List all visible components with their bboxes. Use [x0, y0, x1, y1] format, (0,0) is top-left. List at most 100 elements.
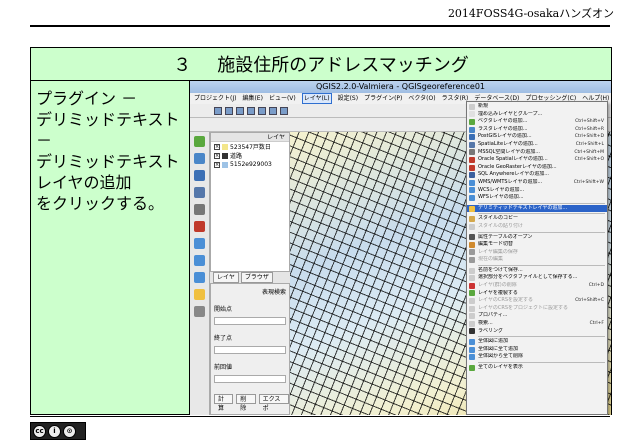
save-project-icon[interactable] [236, 106, 244, 115]
menu-item[interactable]: WFSレイヤの追加... [467, 194, 607, 202]
menu-7[interactable]: ラスタ(R) [442, 93, 469, 104]
add-wcs-icon[interactable] [194, 255, 205, 266]
add-wfs-icon[interactable] [194, 272, 205, 283]
menu-item-icon [469, 346, 475, 353]
menu-item[interactable]: 全体図に追加 [467, 338, 607, 346]
layer-row[interactable]: × 523547戸数日 [211, 142, 289, 151]
menu-item[interactable]: WMS/WMTSレイヤの追加... Ctrl+Shift+W [467, 179, 607, 187]
menu-item[interactable]: 選択部分をベクタファイルとして保存する... [467, 274, 607, 282]
menu-item[interactable]: SQL Anywhereレイヤの追加... [467, 171, 607, 179]
menu-item[interactable]: レイヤのCRSをプロジェクトに設定する [467, 305, 607, 313]
instruction-line-1: プラグイン － [36, 89, 138, 108]
menu-item-shortcut: Ctrl+F [589, 321, 604, 327]
layer-row[interactable]: × 道路 [211, 151, 289, 160]
add-wms-icon[interactable] [194, 238, 205, 249]
menu-item[interactable]: 全体図から全て削除 [467, 353, 607, 361]
menu-item[interactable]: レイヤを複製する [467, 290, 607, 298]
menu-item[interactable]: MSSQL空間レイヤの追加... Ctrl+Shift+M [467, 149, 607, 157]
menu-separator [478, 213, 605, 215]
add-raster-icon[interactable] [194, 153, 205, 164]
zoom-out-icon[interactable] [269, 106, 277, 115]
menu-item-icon [469, 141, 475, 148]
expression-panel-title: 表現検索 [261, 289, 286, 296]
menu-5[interactable]: プラグイン(P) [364, 93, 402, 104]
menu-1[interactable]: 編集(E) [242, 93, 262, 104]
layer-visibility-checkbox[interactable]: × [214, 161, 220, 168]
menu-item[interactable]: スタイルのコピー [467, 215, 607, 223]
add-postgis-icon[interactable] [194, 170, 205, 181]
menu-item[interactable]: ラベリング [467, 328, 607, 336]
previous-value-label: 前回値 [214, 364, 233, 371]
menu-item[interactable]: プロパティ... [467, 312, 607, 320]
add-oracle-icon[interactable] [194, 221, 205, 232]
menu-item[interactable]: レイヤのCRSを設定する Ctrl+Shift+C [467, 297, 607, 305]
menu-item[interactable]: PostGISレイヤの追加... Ctrl+Shift+D [467, 133, 607, 141]
menu-item[interactable]: 全てのレイヤを表示 [467, 364, 607, 372]
layer-visibility-checkbox[interactable]: × [214, 152, 220, 159]
menu-item[interactable]: 検索... Ctrl+F [467, 320, 607, 328]
tab-layers[interactable]: レイヤ [213, 272, 239, 283]
tab-browser[interactable]: ブラウザ [240, 272, 273, 283]
menu-item-icon [469, 339, 475, 346]
calculate-button[interactable]: 計算 [214, 394, 234, 412]
menu-item[interactable]: 現在の編集 [467, 256, 607, 264]
zoom-in-icon[interactable] [258, 106, 266, 115]
menu-item-add-delimited-text-layer[interactable]: デリミティッドテキストレイヤの追加... [467, 204, 607, 213]
menu-3[interactable]: レイヤ(L) [301, 93, 332, 104]
refresh-icon[interactable] [280, 106, 288, 115]
instruction-line-2: デリミッドテキスト － [36, 110, 180, 150]
menu-item[interactable]: ベクタレイヤの追加... Ctrl+Shift+V [467, 118, 607, 126]
menu-item-icon [469, 179, 475, 186]
menu-item-icon [469, 298, 475, 305]
expression-buttons: 計算 削除 エクスポ [214, 394, 289, 412]
cc-icon: cc [33, 424, 46, 438]
menu-4[interactable]: 設定(S) [338, 93, 359, 104]
add-spatialite-icon[interactable] [194, 187, 205, 198]
menu-item[interactable]: レイヤ編集の保存 [467, 249, 607, 257]
start-point-input[interactable] [214, 317, 286, 325]
menu-item[interactable]: 属性テーブルのオープン [467, 234, 607, 242]
menu-item[interactable]: ラスタレイヤの追加... Ctrl+Shift+R [467, 126, 607, 134]
menu-item-icon [469, 320, 475, 327]
qgis-window-title: QGIS2.2.0-Valmiera - QGISgeoreference01 [190, 81, 611, 93]
menu-item[interactable]: 編集モード切替 [467, 241, 607, 249]
layer-visibility-checkbox[interactable]: × [214, 143, 220, 150]
open-project-icon[interactable] [225, 106, 233, 115]
menu-item[interactable]: 名前をつけて保存... [467, 267, 607, 275]
add-vector-icon[interactable] [194, 136, 205, 147]
export-button[interactable]: エクスポ [258, 394, 289, 412]
layer-row[interactable]: × 5152e929003 [211, 160, 289, 169]
layer-symbol-icon [222, 143, 228, 150]
menu-item[interactable]: スタイルの貼り付け [467, 223, 607, 231]
layer-symbol-icon [222, 161, 228, 168]
menu-item[interactable]: Oracle GeoRasterレイヤの追加... [467, 164, 607, 172]
menu-item[interactable]: SpatiaLiteレイヤの追加... Ctrl+Shift+L [467, 141, 607, 149]
new-layer-icon[interactable] [194, 306, 205, 317]
panel-tabs: レイヤ ブラウザ [210, 272, 290, 283]
menu-item-label: PostGISレイヤの追加... [478, 133, 532, 140]
menu-item[interactable]: 全体図に全て追加 [467, 346, 607, 354]
previous-value-input[interactable] [214, 375, 286, 383]
menu-2[interactable]: ビュー(V) [269, 93, 296, 104]
menu-item[interactable]: レイヤ(群)の削除 Ctrl+D [467, 282, 607, 290]
menu-item-label: 埋め込みレイヤとグループ... [478, 110, 543, 117]
menu-item-label: Oracle GeoRasterレイヤの追加... [478, 163, 557, 170]
menu-separator [478, 336, 605, 338]
menu-item[interactable]: Oracle Spatialレイヤの追加... Ctrl+Shift+O [467, 156, 607, 164]
menu-item[interactable]: WCSレイヤの追加... [467, 187, 607, 195]
add-delimited-text-icon[interactable] [194, 289, 205, 300]
menu-0[interactable]: プロジェクト(J) [194, 93, 236, 104]
menu-item[interactable]: 埋め込みレイヤとグループ... [467, 111, 607, 119]
menu-item-icon [469, 354, 475, 361]
end-point-input[interactable] [214, 346, 286, 354]
add-mssql-icon[interactable] [194, 204, 205, 215]
new-project-icon[interactable] [214, 106, 222, 115]
menu-6[interactable]: ベクタ(O) [408, 93, 435, 104]
delete-button[interactable]: 削除 [236, 394, 256, 412]
menu-item-icon [469, 103, 475, 110]
menu-item[interactable]: 新規 [467, 103, 607, 111]
pan-icon[interactable] [247, 106, 255, 115]
menu-item-label: プロパティ... [478, 312, 508, 319]
menu-item-icon [469, 313, 475, 320]
layer-menu-dropdown: 新規 埋め込みレイヤとグループ... ベクタレイヤの追加... Ctrl+Shift+… [466, 101, 608, 415]
